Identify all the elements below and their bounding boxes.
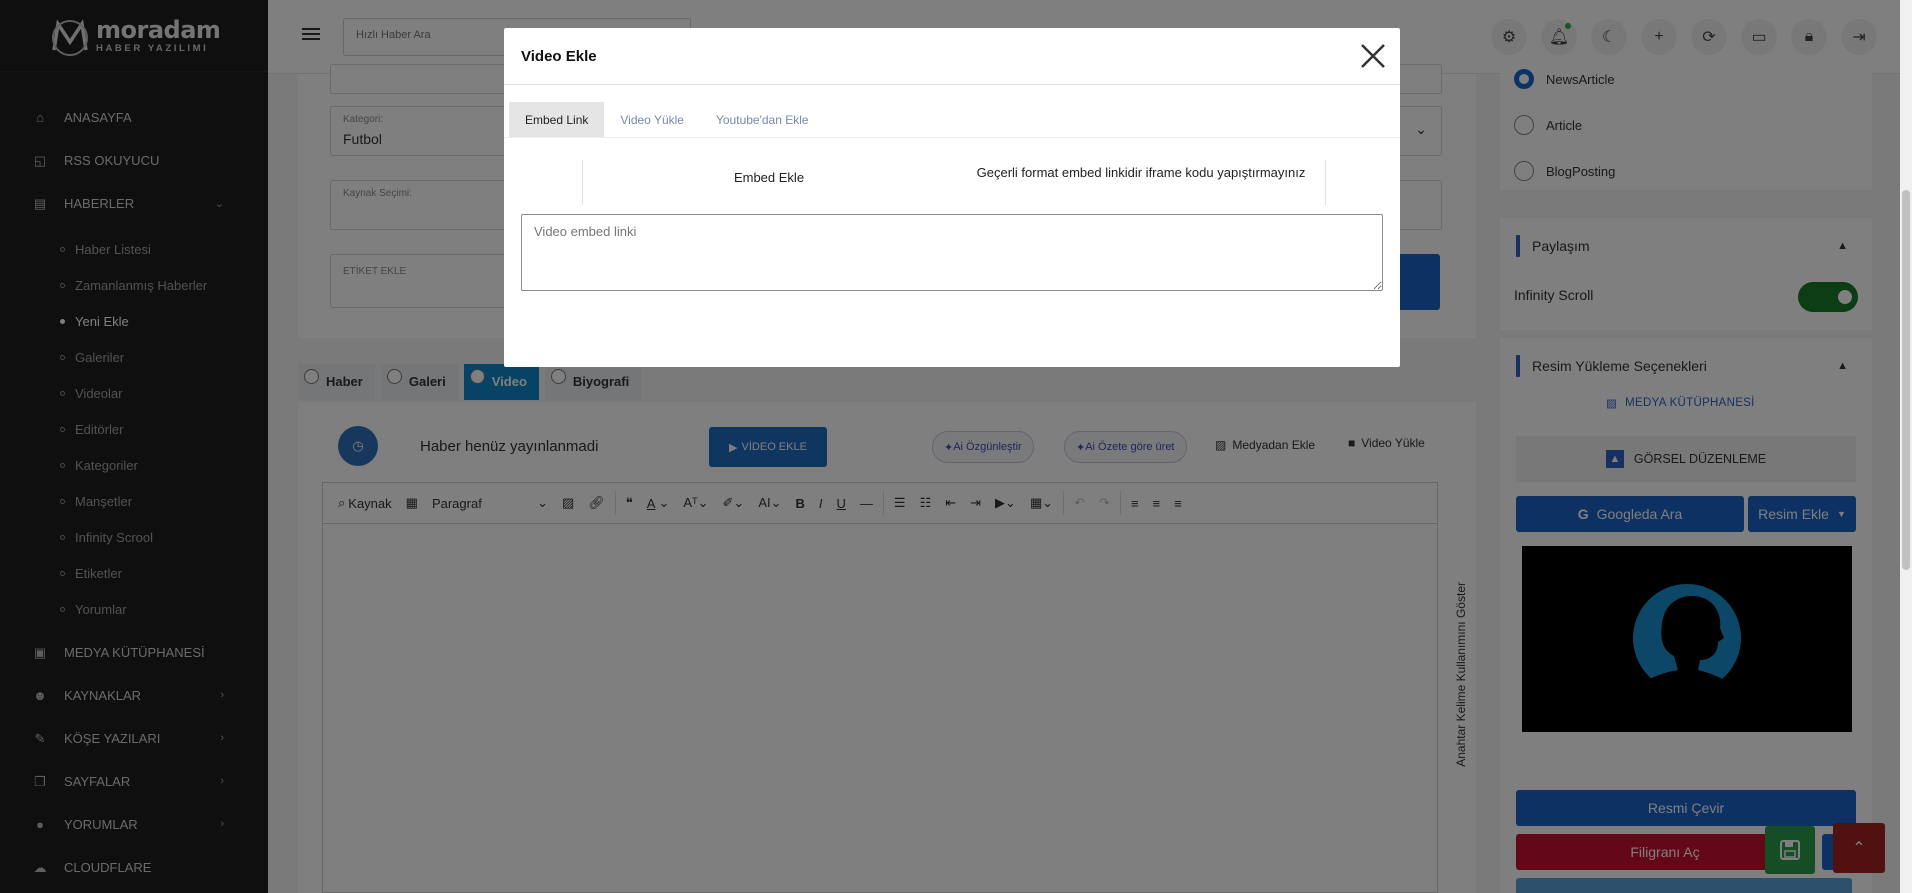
embed-info-row: Embed Ekle Geçerli format embed linkidir… [582, 160, 1326, 205]
close-icon[interactable] [1358, 41, 1388, 71]
modal-tabs: Embed Link Video Yükle Youtube'dan Ekle [509, 102, 825, 138]
embed-hint: Geçerli format embed linkidir iframe kod… [976, 165, 1306, 180]
embed-heading: Embed Ekle [733, 170, 805, 185]
video-embed-input[interactable] [521, 214, 1383, 291]
tab-label: Youtube'dan Ekle [715, 113, 809, 127]
tab-youtube-add[interactable]: Youtube'dan Ekle [700, 102, 825, 138]
modal-title: Video Ekle [521, 48, 597, 65]
tab-divider [504, 137, 1400, 138]
tab-label: Embed Link [525, 113, 589, 127]
page-scrollbar[interactable] [1900, 0, 1912, 893]
tab-embed-link[interactable]: Embed Link [509, 102, 605, 138]
scrollbar-thumb[interactable] [1902, 190, 1910, 570]
tab-label: Video Yükle [620, 113, 684, 127]
tab-video-upload[interactable]: Video Yükle [604, 102, 700, 138]
modal-header: Video Ekle [504, 28, 1400, 85]
video-add-modal: Video Ekle Embed Link Video Yükle Youtub… [504, 28, 1400, 367]
